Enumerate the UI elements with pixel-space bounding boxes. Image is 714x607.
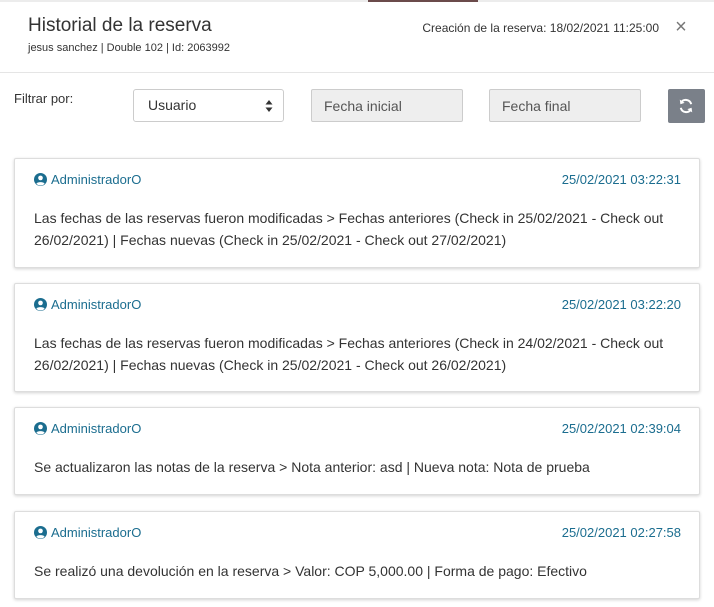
entry-user-name: AdministradorO: [51, 421, 142, 436]
entry-description: Se actualizaron las notas de la reserva …: [34, 459, 590, 475]
end-date-input[interactable]: [489, 89, 641, 122]
created-label: Creación de la reserva:: [422, 21, 547, 35]
filter-type-value: Usuario: [148, 97, 197, 113]
sort-caret-icon: [265, 100, 273, 112]
start-date-input[interactable]: [311, 89, 463, 122]
history-entry: AdministradorO 25/02/2021 03:22:20 Las f…: [14, 283, 700, 392]
refresh-icon: [679, 98, 693, 114]
entry-date: 25/02/2021 03:22:31: [561, 172, 681, 187]
reservation-history-modal: Historial de la reserva jesus sanchez | …: [0, 0, 714, 607]
close-icon[interactable]: ×: [672, 16, 690, 38]
entry-description: Las fechas de las reservas fueron modifi…: [34, 210, 664, 248]
reservation-summary: jesus sanchez | Double 102 | Id: 2063992: [28, 42, 231, 54]
entry-description: Se realizó una devolución en la reserva …: [34, 563, 587, 579]
entry-date: 25/02/2021 02:39:04: [561, 421, 681, 436]
refresh-button[interactable]: [668, 89, 705, 123]
user-circle-icon: [34, 173, 47, 186]
history-entry: AdministradorO 25/02/2021 02:39:04 Se ac…: [14, 407, 700, 495]
filter-type-select[interactable]: Usuario: [133, 89, 284, 122]
entry-user-name: AdministradorO: [51, 525, 142, 540]
entry-user-name: AdministradorO: [51, 297, 142, 312]
entry-date: 25/02/2021 02:27:58: [561, 525, 681, 540]
user-circle-icon: [34, 526, 47, 539]
entry-user-name: AdministradorO: [51, 172, 142, 187]
user-circle-icon: [34, 298, 47, 311]
entry-date: 25/02/2021 03:22:20: [561, 297, 681, 312]
filter-bar: Filtrar por: Usuario: [0, 73, 714, 143]
history-entry: AdministradorO 25/02/2021 02:27:58 Se re…: [14, 511, 700, 599]
history-entry: AdministradorO 25/02/2021 03:22:31 Las f…: [14, 158, 700, 268]
filter-label: Filtrar por:: [14, 91, 74, 106]
user-circle-icon: [34, 422, 47, 435]
modal-header: Historial de la reserva jesus sanchez | …: [0, 0, 714, 73]
created-info: Creación de la reserva: 18/02/2021 11:25…: [422, 21, 659, 35]
modal-title: Historial de la reserva: [28, 15, 212, 36]
entry-description: Las fechas de las reservas fueron modifi…: [34, 335, 664, 373]
created-value: 18/02/2021 11:25:00: [549, 21, 659, 35]
